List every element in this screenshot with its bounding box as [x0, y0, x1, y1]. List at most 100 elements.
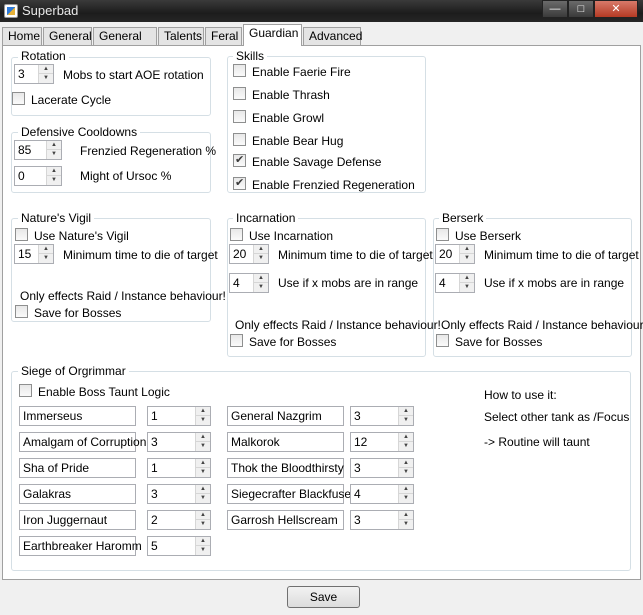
incarnation-checkbox[interactable]: [230, 228, 243, 241]
boss-name-field[interactable]: General Nazgrim: [227, 406, 344, 426]
berserk-label: Use Berserk: [455, 229, 522, 243]
berserk-save-bosses-checkbox[interactable]: [436, 334, 449, 347]
boss-taunt-stack-spinner[interactable]: 3 ▲ ▼: [350, 510, 414, 530]
spinner-up-arrow[interactable]: ▲: [196, 485, 210, 494]
aoe-mobs-spinner[interactable]: 3 ▲ ▼: [14, 64, 54, 84]
boss-name-field[interactable]: Malkorok: [227, 432, 344, 452]
spinner-down-arrow[interactable]: ▼: [196, 468, 210, 477]
spinner-down-arrow[interactable]: ▼: [399, 520, 413, 529]
growl-checkbox[interactable]: [233, 110, 246, 123]
spinner-up-arrow[interactable]: ▲: [399, 459, 413, 468]
spinner-down-arrow[interactable]: ▼: [399, 468, 413, 477]
boss-taunt-stack-spinner[interactable]: 3 ▲ ▼: [350, 406, 414, 426]
frenzied-regeneration-checkbox[interactable]: [233, 176, 246, 190]
bear-hug-checkbox[interactable]: [233, 133, 246, 146]
spinner-value: 0: [18, 169, 25, 183]
spinner-up-arrow[interactable]: ▲: [196, 511, 210, 520]
boss-name-field[interactable]: Earthbreaker Haromm: [19, 536, 142, 556]
frenzied-regeneration-spinner[interactable]: 85 ▲ ▼: [14, 140, 62, 160]
spinner-down-arrow[interactable]: ▼: [254, 254, 268, 263]
boss-taunt-stack-spinner[interactable]: 5 ▲ ▼: [147, 536, 211, 556]
spinner-up-arrow[interactable]: ▲: [39, 65, 53, 74]
spinner-down-arrow[interactable]: ▼: [460, 254, 474, 263]
spinner-up-arrow[interactable]: ▲: [399, 407, 413, 416]
spinner-up-arrow[interactable]: ▲: [399, 433, 413, 442]
tab-advanced[interactable]: Advanced: [303, 27, 362, 46]
incarnation-min-time-spinner[interactable]: 20 ▲ ▼: [229, 244, 269, 264]
spinner-down-arrow[interactable]: ▼: [460, 283, 474, 292]
berserk-min-time-spinner[interactable]: 20 ▲ ▼: [435, 244, 475, 264]
spinner-down-arrow[interactable]: ▼: [196, 416, 210, 425]
boss-taunt-stack-spinner[interactable]: 3 ▲ ▼: [147, 484, 211, 504]
savage-defense-checkbox[interactable]: [233, 153, 246, 167]
minimize-button[interactable]: —: [542, 0, 568, 18]
spinner-down-arrow[interactable]: ▼: [39, 254, 53, 263]
boss-name-field[interactable]: Thok the Bloodthirsty: [227, 458, 344, 478]
spinner-down-arrow[interactable]: ▼: [196, 442, 210, 451]
spinner-down-arrow[interactable]: ▼: [399, 494, 413, 503]
thrash-checkbox[interactable]: [233, 87, 246, 100]
tab-talents[interactable]: Talents: [158, 27, 204, 46]
spinner-down-arrow[interactable]: ▼: [196, 546, 210, 555]
boss-taunt-stack-spinner[interactable]: 12 ▲ ▼: [350, 432, 414, 452]
spinner-down-arrow[interactable]: ▼: [47, 150, 61, 159]
boss-name-field[interactable]: Immerseus: [19, 406, 136, 426]
boss-name-field[interactable]: Siegecrafter Blackfuse: [227, 484, 351, 504]
spinner-up-arrow[interactable]: ▲: [47, 141, 61, 150]
spinner-down-arrow[interactable]: ▼: [399, 442, 413, 451]
spinner-up-arrow[interactable]: ▲: [399, 511, 413, 520]
boss-name-field[interactable]: Galakras: [19, 484, 136, 504]
maximize-button[interactable]: □: [568, 0, 594, 18]
spinner-up-arrow[interactable]: ▲: [39, 245, 53, 254]
spinner-down-arrow[interactable]: ▼: [39, 74, 53, 83]
spinner-up-arrow[interactable]: ▲: [196, 459, 210, 468]
spinner-down-arrow[interactable]: ▼: [47, 176, 61, 185]
might-of-ursoc-spinner[interactable]: 0 ▲ ▼: [14, 166, 62, 186]
defensive-cooldowns-title: Defensive Cooldowns: [18, 125, 141, 139]
boss-name-field[interactable]: Garrosh Hellscream: [227, 510, 344, 530]
natures-vigil-note: Only effects Raid / Instance behaviour!: [20, 289, 226, 303]
tab-general-2[interactable]: General #2: [93, 27, 157, 60]
spinner-up-arrow[interactable]: ▲: [254, 274, 268, 283]
lacerate-cycle-checkbox[interactable]: [12, 92, 25, 105]
spinner-value: 3: [151, 435, 158, 449]
boss-taunt-stack-spinner[interactable]: 3 ▲ ▼: [350, 458, 414, 478]
spinner-down-arrow[interactable]: ▼: [196, 494, 210, 503]
spinner-up-arrow[interactable]: ▲: [460, 245, 474, 254]
natures-vigil-min-time-spinner[interactable]: 15 ▲ ▼: [14, 244, 54, 264]
incarnation-mobs-spinner[interactable]: 4 ▲ ▼: [229, 273, 269, 293]
tab-guardian[interactable]: Guardian: [243, 24, 302, 46]
spinner-value: 85: [18, 143, 32, 157]
boss-name-field[interactable]: Amalgam of Corruption: [19, 432, 146, 452]
spinner-up-arrow[interactable]: ▲: [254, 245, 268, 254]
boss-taunt-stack-spinner[interactable]: 3 ▲ ▼: [147, 432, 211, 452]
close-button[interactable]: ✕: [594, 0, 638, 18]
spinner-down-arrow[interactable]: ▼: [254, 283, 268, 292]
spinner-up-arrow[interactable]: ▲: [196, 407, 210, 416]
berserk-checkbox[interactable]: [436, 228, 449, 241]
natures-vigil-checkbox[interactable]: [15, 228, 28, 241]
boss-taunt-stack-spinner[interactable]: 1 ▲ ▼: [147, 406, 211, 426]
boss-name-field[interactable]: Iron Juggernaut: [19, 510, 136, 530]
boss-taunt-stack-spinner[interactable]: 4 ▲ ▼: [350, 484, 414, 504]
tab-general[interactable]: General: [43, 27, 92, 46]
incarnation-label: Use Incarnation: [249, 229, 334, 243]
boss-taunt-stack-spinner[interactable]: 2 ▲ ▼: [147, 510, 211, 530]
faerie-fire-checkbox[interactable]: [233, 64, 246, 77]
spinner-up-arrow[interactable]: ▲: [47, 167, 61, 176]
berserk-mobs-spinner[interactable]: 4 ▲ ▼: [435, 273, 475, 293]
incarnation-save-bosses-checkbox[interactable]: [230, 334, 243, 347]
spinner-down-arrow[interactable]: ▼: [399, 416, 413, 425]
spinner-up-arrow[interactable]: ▲: [399, 485, 413, 494]
boss-taunt-logic-checkbox[interactable]: [19, 384, 32, 397]
tab-home[interactable]: Home: [2, 27, 42, 46]
save-button[interactable]: Save: [287, 586, 360, 608]
spinner-up-arrow[interactable]: ▲: [196, 537, 210, 546]
boss-name-field[interactable]: Sha of Pride: [19, 458, 136, 478]
spinner-down-arrow[interactable]: ▼: [196, 520, 210, 529]
spinner-up-arrow[interactable]: ▲: [196, 433, 210, 442]
spinner-up-arrow[interactable]: ▲: [460, 274, 474, 283]
boss-taunt-stack-spinner[interactable]: 1 ▲ ▼: [147, 458, 211, 478]
natures-vigil-save-bosses-checkbox[interactable]: [15, 305, 28, 318]
tab-feral[interactable]: Feral: [205, 27, 242, 46]
